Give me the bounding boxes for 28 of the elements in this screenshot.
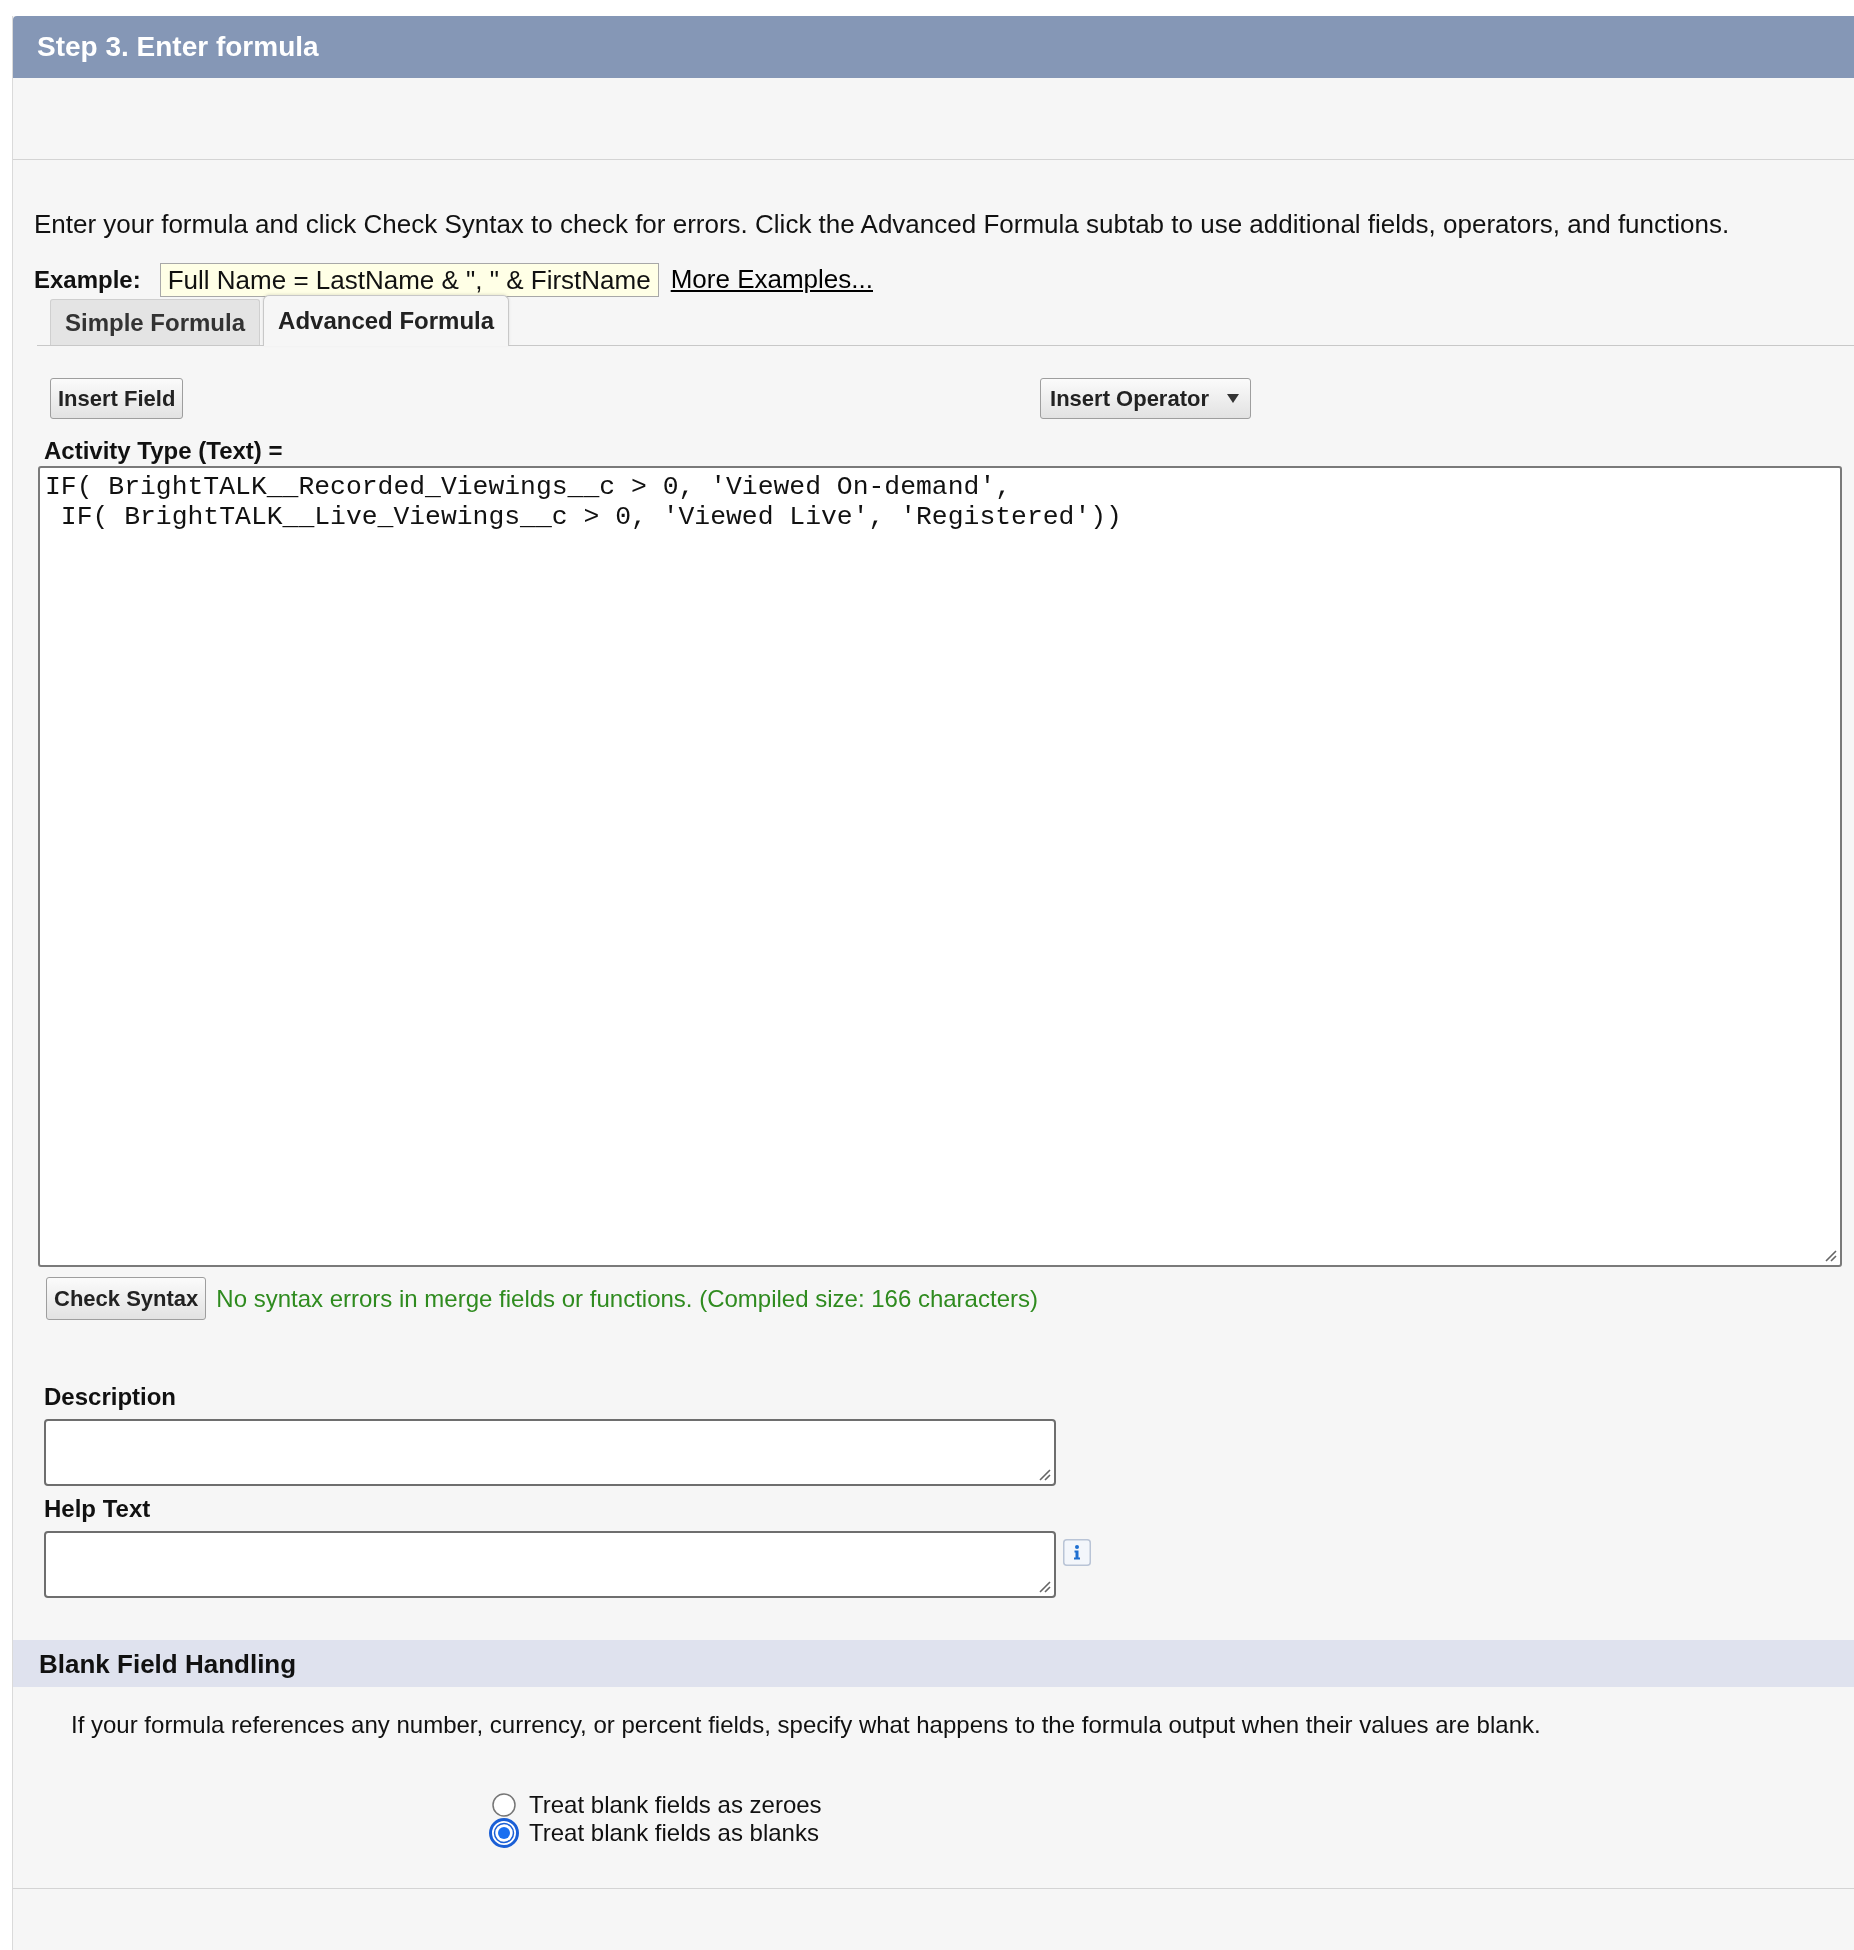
description-field[interactable] bbox=[44, 1419, 1056, 1486]
formula-label: Activity Type (Text) = bbox=[44, 439, 283, 463]
resize-grip-icon[interactable] bbox=[1039, 1581, 1051, 1593]
radio-label: Treat blank fields as blanks bbox=[529, 1819, 819, 1847]
formula-tab[interactable]: Advanced Formula bbox=[263, 295, 510, 346]
radio-button[interactable] bbox=[492, 1793, 516, 1817]
check-syntax-button[interactable]: Check Syntax bbox=[46, 1277, 207, 1320]
resize-grip-icon[interactable] bbox=[1825, 1250, 1837, 1262]
step-title: Step 3. Enter formula bbox=[37, 33, 319, 61]
section-title: Blank Field Handling bbox=[39, 1650, 297, 1677]
resize-grip-icon[interactable] bbox=[1039, 1469, 1051, 1481]
formula-field[interactable]: IF( BrightTALK__Recorded_Viewings__c > 0, 'Viewed On-demand', IF( BrightTALK__Live_Viewings__c > 0, 'Viewed Live', 'Registered')) bbox=[38, 466, 1842, 1267]
syntax-message: No syntax errors in merge fields or functions. (Compiled size: 166 characters) bbox=[216, 1283, 1038, 1314]
blank-handling-text: If your formula references any number, currency, or percent fields, specify what happens to the formula output when their values are blank. bbox=[71, 1711, 1541, 1739]
radio-button[interactable] bbox=[489, 1818, 519, 1848]
caret-icon bbox=[1227, 394, 1239, 403]
help-text-label: Help Text bbox=[44, 1497, 151, 1521]
insert-field-button[interactable]: Insert Field bbox=[50, 378, 184, 419]
example-formula: Full Name = LastName & ", " & FirstName bbox=[159, 262, 659, 297]
example-label: Example: bbox=[34, 264, 141, 295]
help-text-field[interactable] bbox=[44, 1531, 1056, 1598]
more-examples-link[interactable]: More Examples... bbox=[670, 260, 873, 299]
info-icon[interactable] bbox=[1063, 1539, 1091, 1566]
insert-operator-button[interactable]: Insert Operator bbox=[1040, 378, 1251, 419]
formula-tab[interactable]: Simple Formula bbox=[50, 299, 261, 345]
description-label: Description bbox=[44, 1385, 177, 1409]
radio-label: Treat blank fields as zeroes bbox=[529, 1791, 822, 1819]
instructions-text: Enter your formula and click Check Syntax to check for errors. Click the Advanced Formula subtab to use additional fields, operators, and functions. bbox=[34, 209, 1730, 239]
